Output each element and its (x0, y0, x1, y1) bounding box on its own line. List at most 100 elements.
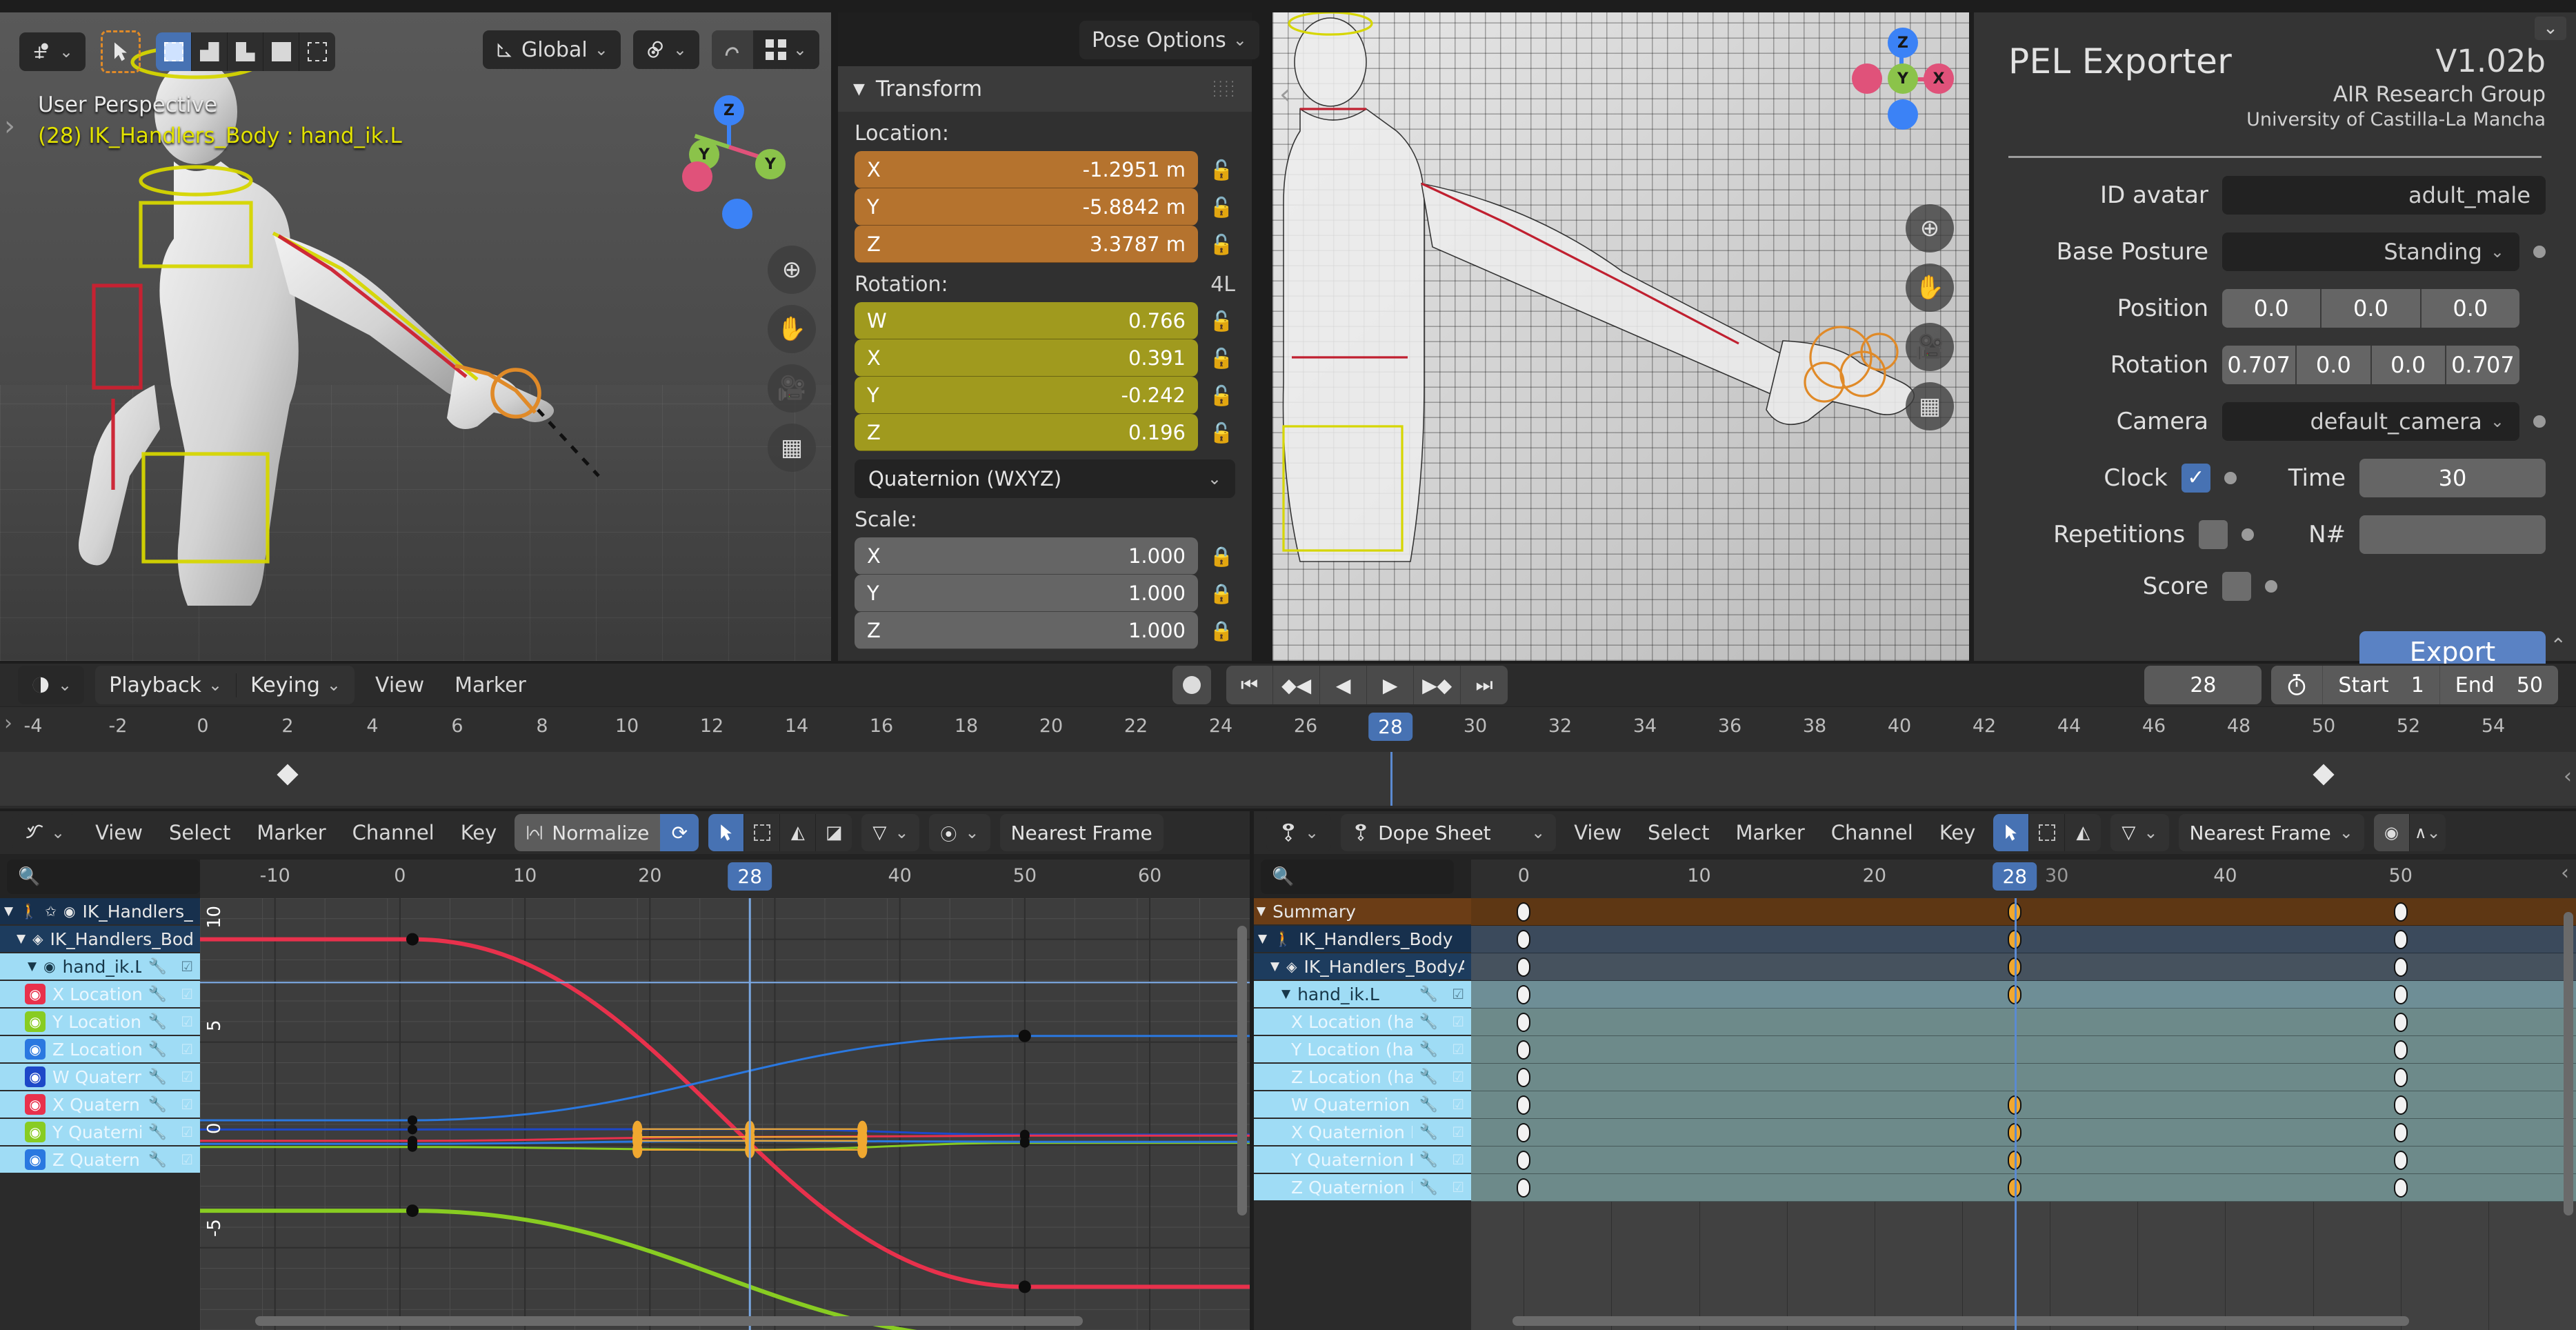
graph-horizontal-scrollbar[interactable] (255, 1316, 1083, 1326)
filter-dropdown[interactable]: ▽ ⌄ (2110, 814, 2169, 851)
sidebar-n-panel[interactable]: X Item Tool View ▼ Transform :::::::: Lo… (838, 12, 1666, 661)
eye-icon[interactable]: ◉ (63, 903, 75, 920)
keyframe-diamond[interactable] (1517, 1123, 1531, 1142)
mode-selector-button[interactable]: ⌄ (19, 32, 86, 71)
timeline-expand-arrow[interactable]: › (4, 711, 12, 735)
channel-row[interactable]: ◉ W Quaternion Rotation (ha 🔧 ☑ (0, 1064, 200, 1090)
location-y-field[interactable]: Y -5.8842 m (855, 188, 1198, 226)
start-frame-input[interactable]: Start 1 (2323, 666, 2440, 704)
unlock-icon[interactable]: 🔓 (1208, 310, 1235, 332)
select-mode-segment[interactable] (156, 32, 336, 71)
dope-channel-list[interactable]: ▼ Summary ▼ 🚶 IK_Handlers_Body ▼ ◈ IK_Handlers_… (1254, 898, 1471, 1330)
channel-enable-checkbox[interactable]: ☑ (181, 1069, 193, 1085)
position-x-input[interactable]: 0.0 (2222, 288, 2322, 328)
modifier-wrench-icon[interactable]: 🔧 (148, 958, 167, 975)
dope-channel-search[interactable]: 🔍 (1261, 860, 1454, 894)
keyframe-diamond[interactable] (2393, 1123, 2408, 1142)
keyframe-diamond[interactable] (1517, 985, 1531, 1004)
dope-row[interactable] (1471, 898, 2576, 926)
menu-view[interactable]: View (87, 821, 151, 844)
graph-channel-search[interactable]: 🔍 (7, 860, 200, 894)
timeline-playhead-line[interactable] (1390, 752, 1392, 806)
disclosure-triangle-icon[interactable]: ▼ (28, 960, 37, 973)
menu-select[interactable]: Select (161, 821, 239, 844)
modifier-wrench-icon[interactable]: 🔧 (148, 986, 167, 1003)
menu-key[interactable]: Key (452, 821, 506, 844)
field-repetitions[interactable]: Repetitions N# (2008, 515, 2546, 554)
dope-collapse-arrow[interactable]: ‹ (2561, 861, 2569, 885)
dope-ruler[interactable]: 0 10 20 40 50 28 30 ‹ (1471, 860, 2576, 898)
gizmo-x-axis-neg[interactable] (1852, 63, 1882, 94)
modifier-wrench-icon[interactable]: 🔧 (148, 1151, 167, 1169)
play-reverse-button[interactable]: ◀ (1320, 666, 1368, 704)
channel-enable-checkbox[interactable]: ☑ (181, 986, 193, 1002)
keyframe-diamond[interactable] (1517, 1040, 1531, 1060)
tweak-tool[interactable] (1993, 814, 2030, 851)
select-invert-mode[interactable] (263, 32, 300, 71)
animate-property-dot[interactable] (2533, 415, 2546, 428)
play-button[interactable]: ▶ (1367, 666, 1415, 704)
select-subtract-mode[interactable] (228, 32, 264, 71)
clock-checkbox[interactable]: ✓ (2181, 463, 2210, 493)
keyframe-diamond[interactable] (1517, 902, 1531, 922)
gizmo-x-axis[interactable] (682, 161, 712, 192)
gizmo-z-axis[interactable]: Z (714, 95, 744, 126)
timeline-menus[interactable]: Playback ⌄ Keying ⌄ (95, 666, 355, 704)
dope-keyframe-canvas[interactable] (1471, 898, 2576, 1330)
rotation-w-field[interactable]: W 0.766 (855, 302, 1198, 339)
navigation-gizmo-right[interactable]: Z Y X (1852, 28, 1955, 131)
camera-dropdown[interactable]: default_camera ⌄ (2222, 401, 2519, 441)
channel-row[interactable]: ▼ ◈ IK_Handlers_BodyAction (1254, 953, 1471, 980)
menu-marker[interactable]: Marker (445, 673, 536, 697)
channel-enable-checkbox[interactable]: ☑ (181, 1041, 193, 1058)
normalize-toggle[interactable]: Normalize (515, 814, 661, 851)
menu-channel[interactable]: Channel (344, 821, 443, 844)
unlock-icon[interactable]: 🔓 (1208, 421, 1235, 444)
graph-curve-canvas[interactable]: 10 5 0 -5 (200, 898, 1250, 1330)
modifier-wrench-icon[interactable]: 🔧 (148, 1069, 167, 1086)
rotation-y-field[interactable]: Y -0.242 (855, 377, 1198, 414)
box-select-tool[interactable] (744, 814, 781, 851)
channel-row[interactable]: Y Location (hand_ik.L) 🔧 ☑ (1254, 1036, 1471, 1062)
rotation-z-field[interactable]: Z 0.196 (855, 414, 1198, 451)
viewport-3d-left[interactable]: ⌄ Global ⌄ ⌄ ⌄ › User Perspective (28) I… (0, 12, 831, 661)
gizmo-z-axis[interactable]: Z (1888, 28, 1918, 58)
modifier-wrench-icon[interactable]: 🔧 (1419, 986, 1438, 1003)
channel-row[interactable]: Z Quaternion Rotation (hand 🔧 ☑ (1254, 1174, 1471, 1200)
keyframe-diamond[interactable] (2393, 1013, 2408, 1032)
graph-tool-toggles[interactable]: ◭ ◪ (708, 814, 852, 851)
menu-marker[interactable]: Marker (248, 821, 334, 844)
lock-icon[interactable]: 🔒 (1208, 582, 1235, 605)
gizmo-z-axis-neg[interactable] (722, 199, 752, 229)
tweak-tool[interactable] (708, 814, 745, 851)
channel-row[interactable]: ◉ Y Location (hand_ik.L) 🔧 ☑ (0, 1009, 200, 1035)
proportional-falloff-dropdown[interactable]: ∧ ⌄ (2410, 814, 2446, 851)
viewport-overlays-dropdown[interactable]: ⌄ (752, 30, 820, 69)
channel-row[interactable]: Y Quaternion Rotation (hand 🔧 ☑ (1254, 1147, 1471, 1173)
end-frame-input[interactable]: End 50 (2440, 666, 2558, 704)
menu-view[interactable]: View (366, 673, 434, 697)
transform-orientation-dropdown[interactable]: Global ⌄ (483, 30, 621, 69)
keyframe-point[interactable] (406, 933, 419, 946)
scale-fields[interactable]: X 1.000 🔒 Y 1.000 🔒 Z 1.000 🔒 (838, 537, 1252, 649)
channel-row[interactable]: Z Location (hand_ik.L) 🔧 ☑ (1254, 1064, 1471, 1090)
proportional-edit-toggle[interactable]: ◭ (780, 814, 817, 851)
keyframe-diamond[interactable] (1517, 1151, 1531, 1170)
keyframe-diamond[interactable] (2393, 930, 2408, 949)
channel-enable-checkbox[interactable]: ☑ (1452, 1041, 1464, 1058)
repetitions-checkbox[interactable] (2199, 519, 2228, 549)
proportional-edit-toggle[interactable]: ◭ (2065, 814, 2101, 851)
timeline-marker-track[interactable]: ‹ (0, 752, 2576, 806)
tweak-select-tool[interactable] (101, 30, 141, 73)
editor-type-dropdown[interactable]: ⌄ (1266, 814, 1332, 851)
box-select-tool[interactable] (2029, 814, 2066, 851)
menu-keying[interactable]: Keying ⌄ (237, 673, 355, 697)
keyframe-diamond[interactable] (2393, 985, 2408, 1004)
gizmo-x-axis[interactable]: X (1924, 63, 1954, 94)
timeline-marker[interactable] (2313, 764, 2335, 786)
field-camera[interactable]: Camera default_camera ⌄ (2008, 401, 2546, 441)
channel-enable-checkbox[interactable]: ☑ (1452, 1151, 1464, 1168)
rotation-mode-dropdown[interactable]: Quaternion (WXYZ) ⌄ (855, 459, 1235, 498)
snap-dropdown[interactable]: Nearest Frame ⌄ (2178, 814, 2364, 851)
channel-enable-checkbox[interactable]: ☑ (1452, 986, 1464, 1002)
